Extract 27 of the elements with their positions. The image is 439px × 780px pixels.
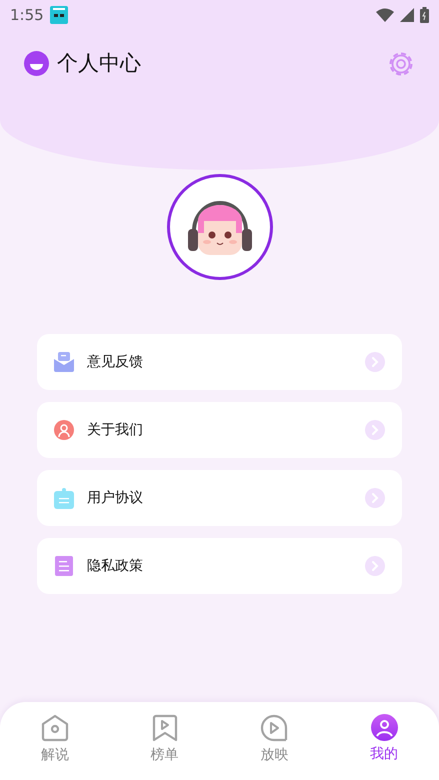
menu-label: 用户协议: [87, 488, 144, 508]
bookmark-play-icon: [152, 714, 178, 742]
chevron-right-icon: [365, 488, 385, 508]
user-icon: [370, 714, 398, 741]
document-icon: [54, 556, 74, 576]
menu-item[interactable]: 关于我们: [37, 402, 402, 458]
menu-label: 意见反馈: [87, 352, 144, 372]
smile-logo-icon: [24, 51, 49, 76]
chevron-right-icon: [365, 352, 385, 372]
menu-item[interactable]: 用户协议: [37, 470, 402, 526]
page-title: 个人中心: [57, 50, 141, 77]
menu-item[interactable]: 隐私政策: [37, 538, 402, 594]
wifi-icon: [376, 8, 394, 22]
menu-label: 隐私政策: [87, 556, 144, 576]
envelope-icon: [54, 352, 74, 372]
home-icon: [40, 714, 69, 742]
clipboard-icon: [54, 488, 74, 508]
menu-item[interactable]: 意见反馈: [37, 334, 402, 390]
person-icon: [54, 420, 74, 440]
chevron-right-icon: [365, 556, 385, 576]
status-time: 1:55: [10, 4, 44, 26]
nav-tab[interactable]: 我的: [329, 702, 439, 780]
chevron-right-icon: [365, 420, 385, 440]
battery-icon: [420, 7, 429, 23]
signal-icon: [400, 8, 414, 22]
menu-label: 关于我们: [87, 420, 144, 440]
app-notification-icon: [50, 6, 68, 24]
